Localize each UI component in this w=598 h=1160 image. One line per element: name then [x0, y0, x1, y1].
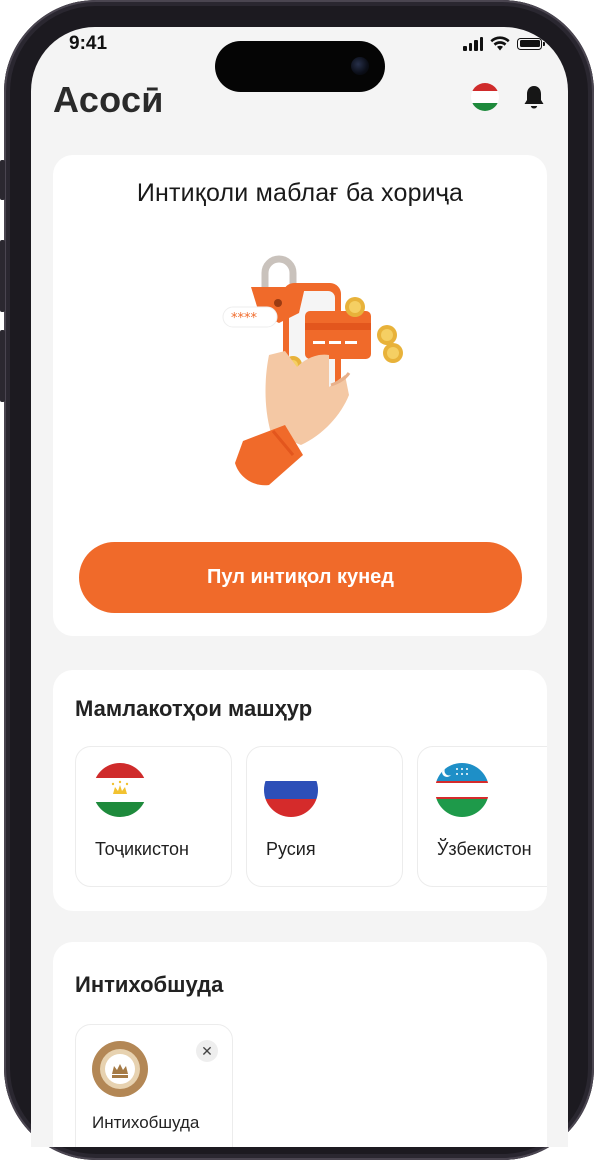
- russia-flag-icon: [264, 763, 318, 817]
- bell-icon[interactable]: [522, 84, 546, 112]
- favorite-tile[interactable]: ✕ Интихобшуда: [75, 1024, 233, 1147]
- popular-countries-title: Мамлакотҳои машҳур: [75, 696, 313, 721]
- volume-down-button: [0, 330, 5, 402]
- camera-icon: [351, 57, 369, 75]
- country-name: Ўзбекистон: [437, 839, 532, 859]
- dynamic-island: [215, 41, 385, 92]
- tajikistan-flag-icon[interactable]: [471, 83, 499, 111]
- country-name: Русия: [266, 839, 316, 859]
- status-time: 9:41: [69, 33, 108, 54]
- wifi-icon: [490, 36, 510, 51]
- country-tile-uzbekistan[interactable]: Ўзбекистон: [417, 746, 547, 887]
- transfer-illustration: ****: [222, 255, 403, 486]
- app-screen: 9:41 Асосӣ Интиқоли маблағ ба хориҷа ***…: [31, 27, 568, 1147]
- svg-text:****: ****: [231, 311, 258, 326]
- favorite-name: Интихобшуда: [92, 1113, 200, 1132]
- action-button: [0, 160, 5, 200]
- selected-card: Интихобшуда ✕ Интихобшуда: [53, 942, 547, 1147]
- close-icon[interactable]: ✕: [196, 1040, 218, 1062]
- page-title: Асосӣ: [53, 79, 164, 120]
- battery-icon: [517, 37, 545, 50]
- send-money-button[interactable]: Пул интиқол кунед: [79, 542, 522, 613]
- volume-up-button: [0, 240, 5, 312]
- country-name: Тоҷикистон: [95, 839, 189, 859]
- transfer-card-title: Интиқоли маблағ ба хориҷа: [136, 179, 464, 207]
- emblem-icon: [92, 1041, 148, 1097]
- country-tile-tajikistan[interactable]: Тоҷикистон: [75, 746, 232, 887]
- uzbekistan-flag-icon: [435, 763, 489, 817]
- country-tile-russia[interactable]: Русия: [246, 746, 403, 887]
- selected-title: Интихобшуда: [75, 972, 224, 997]
- status-icons: [463, 36, 545, 51]
- signal-icon: [463, 36, 483, 51]
- transfer-card: Интиқоли маблағ ба хориҷа **** Пул интиқ…: [53, 155, 547, 636]
- tajikistan-flag-icon: [93, 763, 147, 817]
- popular-countries-card: Мамлакотҳои машҳур Тоҷикистон Русия Ўзбе…: [53, 670, 547, 911]
